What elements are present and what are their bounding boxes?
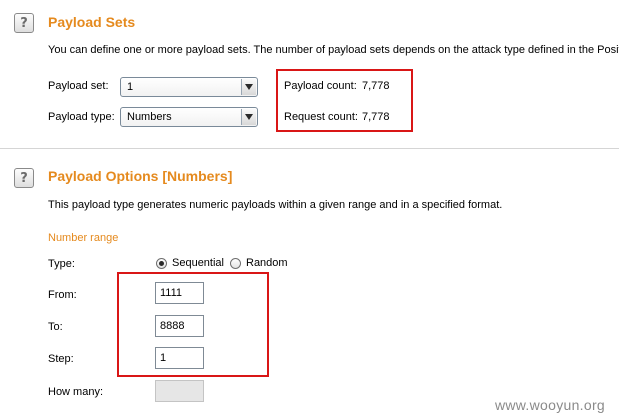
range-highlight-box xyxy=(117,272,269,377)
sequential-radio[interactable] xyxy=(156,258,167,269)
random-label: Random xyxy=(246,257,288,269)
payload-sets-description: You can define one or more payload sets.… xyxy=(48,44,619,56)
payload-type-value: Numbers xyxy=(127,111,172,123)
help-glyph: ? xyxy=(20,170,28,186)
help-icon[interactable]: ? xyxy=(14,168,34,188)
payload-set-label: Payload set: xyxy=(48,80,109,92)
payload-sets-title: Payload Sets xyxy=(48,14,136,30)
how-many-input xyxy=(155,380,204,402)
payload-set-value: 1 xyxy=(127,81,134,93)
random-radio[interactable] xyxy=(230,258,241,269)
from-label: From: xyxy=(48,289,77,301)
number-type-label: Type: xyxy=(48,258,75,270)
chevron-down-icon xyxy=(241,109,256,125)
counts-highlight-box xyxy=(276,69,413,132)
help-icon[interactable]: ? xyxy=(14,13,34,33)
payload-type-select[interactable]: Numbers xyxy=(120,107,258,127)
to-label: To: xyxy=(48,321,63,333)
number-range-heading: Number range xyxy=(48,232,119,244)
radio-selected-dot xyxy=(159,261,164,266)
how-many-label: How many: xyxy=(48,386,104,398)
watermark: www.wooyun.org xyxy=(494,397,605,413)
section-divider xyxy=(0,148,619,149)
help-glyph: ? xyxy=(20,15,28,31)
step-label: Step: xyxy=(48,353,74,365)
payload-options-title: Payload Options [Numbers] xyxy=(48,168,233,184)
payload-type-label: Payload type: xyxy=(48,111,115,123)
payload-set-select[interactable]: 1 xyxy=(120,77,258,97)
chevron-down-icon xyxy=(241,79,256,95)
sequential-label: Sequential xyxy=(172,257,224,269)
payload-options-description: This payload type generates numeric payl… xyxy=(48,199,503,211)
